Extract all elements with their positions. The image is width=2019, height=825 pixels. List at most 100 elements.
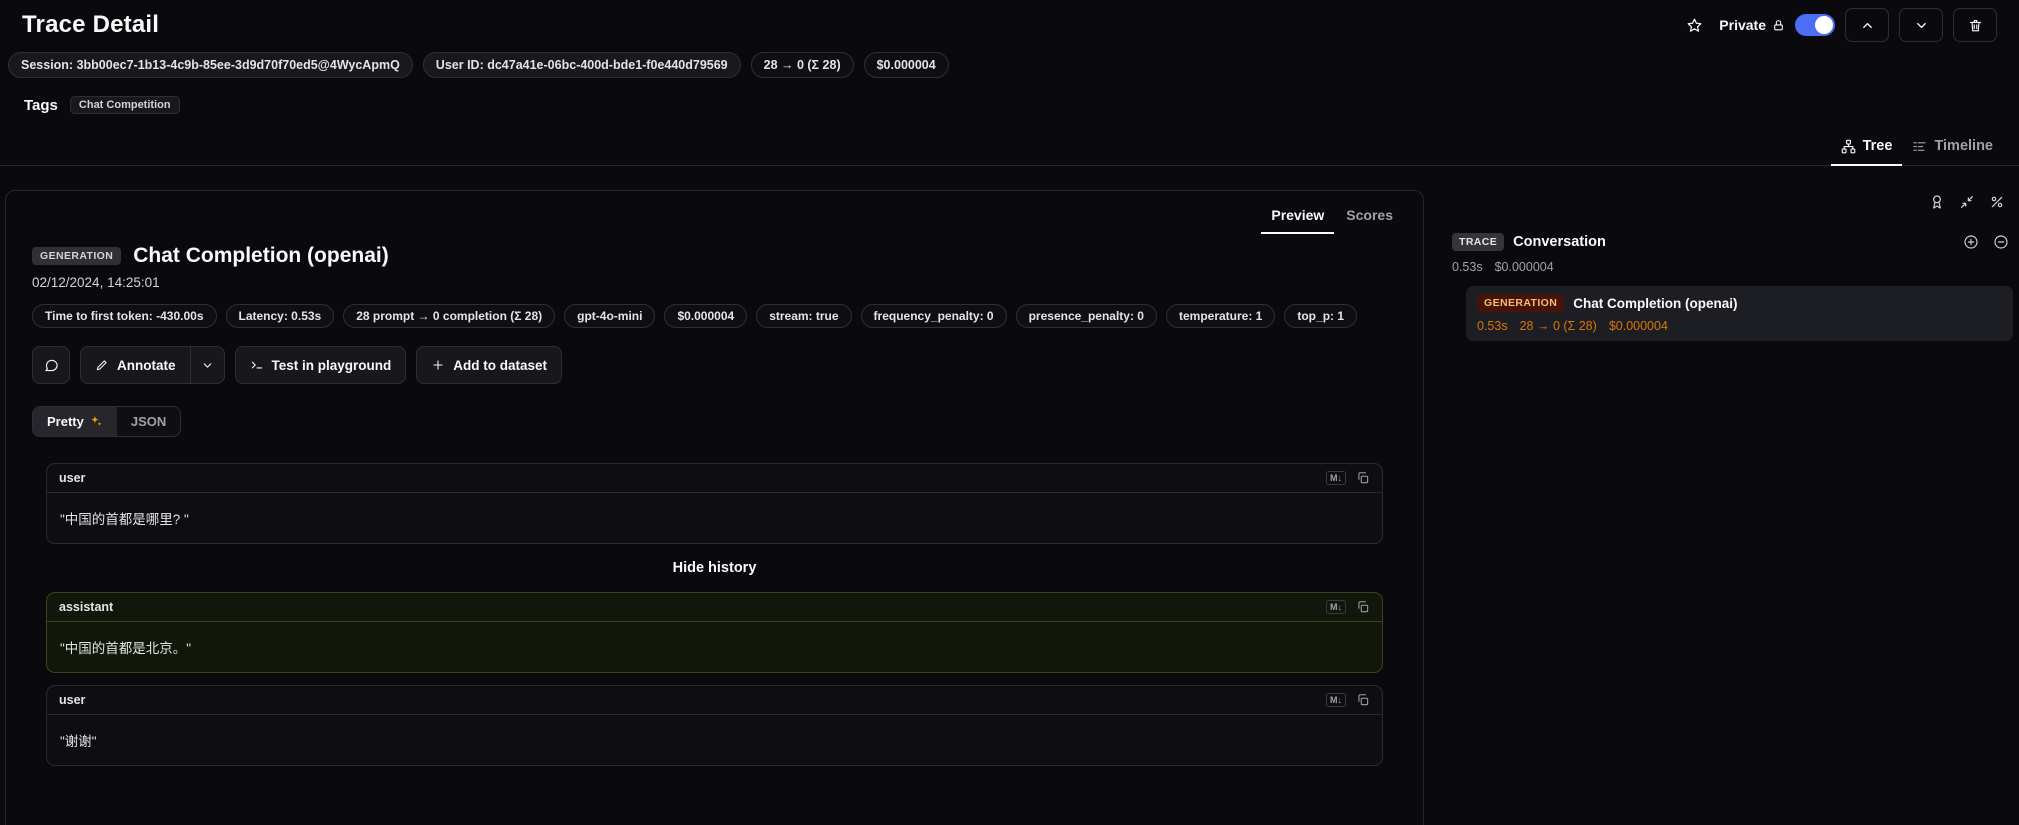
- observation-detail-pills: Time to first token: -430.00s Latency: 0…: [32, 304, 1372, 328]
- pill-model: gpt-4o-mini: [564, 304, 655, 328]
- trace-latency: 0.53s: [1452, 260, 1483, 274]
- message-header: assistant M↓: [47, 593, 1382, 622]
- message-content: "中国的首都是哪里? ": [47, 493, 1382, 543]
- chevron-down-icon: [201, 359, 214, 372]
- message-role: assistant: [59, 600, 113, 614]
- trace-metrics: 0.53s $0.000004: [1452, 260, 2013, 274]
- collapse-icon: [1959, 194, 1975, 210]
- message-role: user: [59, 471, 85, 485]
- observation-title: Chat Completion (openai): [133, 244, 389, 268]
- pill-cost: $0.000004: [664, 304, 747, 328]
- message-tools: M↓: [1326, 471, 1370, 485]
- pill-top-p: top_p: 1: [1284, 304, 1357, 328]
- trace-expanders: [1959, 230, 2013, 254]
- test-in-playground-button[interactable]: Test in playground: [235, 346, 407, 384]
- metrics-percent-button[interactable]: [1985, 190, 2009, 214]
- privacy-toggle[interactable]: [1795, 14, 1835, 36]
- minus-circle-icon: [1993, 234, 2009, 250]
- next-observation-button[interactable]: [1899, 8, 1943, 42]
- milestone-toggle-button[interactable]: [1925, 190, 1949, 214]
- annotate-label: Annotate: [117, 358, 176, 373]
- comment-button[interactable]: [32, 346, 70, 384]
- generation-metrics: 0.53s 28 → 0 (Σ 28) $0.000004: [1477, 319, 2002, 333]
- prev-observation-button[interactable]: [1845, 8, 1889, 42]
- privacy-label: Private: [1719, 17, 1766, 33]
- observation-header: GENERATION Chat Completion (openai): [32, 244, 1397, 268]
- user-id-badge[interactable]: User ID: dc47a41e-06bc-400d-bde1-f0e440d…: [423, 52, 741, 78]
- tab-scores[interactable]: Scores: [1336, 201, 1403, 234]
- pill-frequency-penalty: frequency_penalty: 0: [861, 304, 1007, 328]
- trash-icon: [1968, 18, 1983, 33]
- test-in-playground-label: Test in playground: [272, 358, 392, 373]
- hide-history-button[interactable]: Hide history: [46, 556, 1383, 580]
- copy-icon[interactable]: [1356, 600, 1370, 614]
- tab-tree[interactable]: Tree: [1831, 130, 1903, 166]
- top-bar: Trace Detail Private: [0, 0, 2019, 50]
- pill-token-usage: 28 prompt → 0 completion (Σ 28): [343, 304, 555, 328]
- message-tools: M↓: [1326, 693, 1370, 707]
- observation-actions: Annotate Test in playground: [32, 346, 1397, 384]
- markdown-toggle-icon[interactable]: M↓: [1326, 693, 1346, 707]
- expand-all-button[interactable]: [1959, 230, 1983, 254]
- markdown-toggle-icon[interactable]: M↓: [1326, 600, 1346, 614]
- json-tab[interactable]: JSON: [117, 407, 180, 436]
- message-user-1: user M↓ "中国的首都是哪里? ": [46, 463, 1383, 544]
- main-content: Preview Scores GENERATION Chat Completio…: [0, 166, 2019, 825]
- pill-latency: Latency: 0.53s: [226, 304, 335, 328]
- terminal-icon: [250, 358, 264, 372]
- tree-icon: [1841, 139, 1856, 154]
- copy-icon[interactable]: [1356, 471, 1370, 485]
- view-tabs: Tree Timeline: [0, 124, 2019, 166]
- trace-cost: $0.000004: [1495, 260, 1554, 274]
- observation-card: Preview Scores GENERATION Chat Completio…: [5, 190, 1424, 825]
- delete-trace-button[interactable]: [1953, 8, 1997, 42]
- pill-time-to-first-token: Time to first token: -430.00s: [32, 304, 217, 328]
- chevron-up-icon: [1860, 18, 1875, 33]
- trace-title: Conversation: [1513, 234, 1606, 250]
- token-usage-badge: 28 → 0 (Σ 28): [751, 52, 854, 78]
- annotate-split-button: Annotate: [80, 346, 225, 384]
- message-assistant: assistant M↓ "中国的首都是北京。": [46, 592, 1383, 673]
- session-badge[interactable]: Session: 3bb00ec7-1b13-4c9b-85ee-3d9d70f…: [8, 52, 413, 78]
- pill-temperature: temperature: 1: [1166, 304, 1275, 328]
- chevron-down-icon: [1914, 18, 1929, 33]
- observation-tabs: Preview Scores: [6, 191, 1423, 234]
- tab-preview[interactable]: Preview: [1261, 201, 1334, 234]
- messages-list: user M↓ "中国的首都是哪里? " Hide history: [32, 463, 1397, 766]
- observation-timestamp: 02/12/2024, 14:25:01: [32, 275, 1397, 290]
- page-title: Trace Detail: [22, 11, 159, 39]
- generation-node-selected[interactable]: GENERATION Chat Completion (openai) 0.53…: [1466, 286, 2013, 341]
- pretty-tab[interactable]: Pretty: [33, 407, 117, 436]
- trace-detail-page: Trace Detail Private: [0, 0, 2019, 825]
- collapse-all-button[interactable]: [1955, 190, 1979, 214]
- tags-row: Tags Chat Competition: [0, 84, 2019, 124]
- collapse-node-button[interactable]: [1989, 230, 2013, 254]
- message-content: "谢谢": [47, 715, 1382, 765]
- cost-badge: $0.000004: [864, 52, 949, 78]
- tab-timeline-label: Timeline: [1934, 138, 1993, 154]
- pill-presence-penalty: presence_penalty: 0: [1016, 304, 1157, 328]
- message-role: user: [59, 693, 85, 707]
- tree-toolbar: [1452, 190, 2013, 214]
- format-toggle: Pretty JSON: [32, 406, 181, 437]
- message-user-2: user M↓ "谢谢": [46, 685, 1383, 766]
- message-tools: M↓: [1326, 600, 1370, 614]
- message-header: user M↓: [47, 464, 1382, 493]
- annotate-dropdown-button[interactable]: [190, 346, 225, 384]
- pill-stream: stream: true: [756, 304, 851, 328]
- comment-icon: [44, 358, 59, 373]
- favorite-button[interactable]: [1680, 11, 1709, 40]
- trace-node[interactable]: TRACE Conversation: [1452, 230, 2013, 254]
- lock-icon: [1772, 19, 1785, 32]
- trace-tree-panel: TRACE Conversation 0.53s: [1452, 190, 2019, 341]
- tab-timeline[interactable]: Timeline: [1902, 130, 2003, 166]
- toggle-knob: [1815, 16, 1833, 34]
- trace-meta-row: Session: 3bb00ec7-1b13-4c9b-85ee-3d9d70f…: [0, 50, 2019, 84]
- copy-icon[interactable]: [1356, 693, 1370, 707]
- tag-chat-competition[interactable]: Chat Competition: [70, 96, 180, 114]
- annotate-button[interactable]: Annotate: [80, 346, 190, 384]
- tags-label: Tags: [24, 97, 58, 114]
- markdown-toggle-icon[interactable]: M↓: [1326, 471, 1346, 485]
- add-to-dataset-button[interactable]: Add to dataset: [416, 346, 562, 384]
- generation-badge: GENERATION: [1477, 294, 1564, 312]
